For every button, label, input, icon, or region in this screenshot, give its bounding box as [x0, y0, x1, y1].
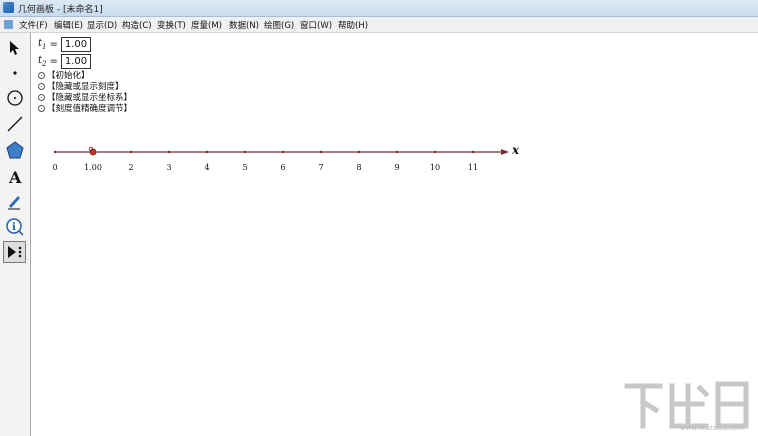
- tick-label: 9: [394, 163, 400, 172]
- parameter-name: t2: [38, 54, 47, 68]
- marker-icon[interactable]: [3, 190, 26, 212]
- menu-construct[interactable]: 构造(C): [122, 19, 152, 31]
- compass-circle-icon[interactable]: [3, 87, 26, 109]
- parameter-value-box[interactable]: 1.00: [60, 53, 92, 69]
- number-line-tick: [243, 150, 247, 154]
- x-axis-label: x: [512, 143, 520, 157]
- text-icon[interactable]: A: [3, 165, 26, 187]
- menu-file[interactable]: 文件(F): [19, 19, 48, 31]
- watermark-url: www.xiazaiba.com: [680, 424, 745, 432]
- svg-text:i: i: [12, 222, 16, 233]
- tick-label: 6: [280, 163, 286, 172]
- number-line-tick: [129, 150, 133, 154]
- number-line-tick: [167, 150, 171, 154]
- equals-sign: =: [49, 38, 58, 50]
- number-line-tick: [53, 150, 57, 154]
- tick-label: 10: [429, 163, 441, 172]
- tick-label: 7: [318, 163, 324, 172]
- polygon-icon[interactable]: [3, 139, 26, 161]
- menu-display[interactable]: 显示(D): [87, 19, 117, 31]
- action-button-toggle-ticks[interactable]: 【隐藏或显示刻度】: [38, 81, 124, 92]
- tick-label: 0: [52, 163, 58, 172]
- number-line: [53, 146, 509, 156]
- arrow-select-icon[interactable]: [3, 37, 26, 59]
- menu-edit[interactable]: 编辑(E): [54, 19, 83, 31]
- tick-label: 1.00: [84, 163, 102, 172]
- tick-label: 4: [204, 163, 210, 172]
- information-icon[interactable]: i: [3, 216, 26, 238]
- number-line-tick: [281, 150, 285, 154]
- action-button-initialize[interactable]: 【初始化】: [38, 70, 90, 81]
- action-button-icon: [38, 82, 45, 90]
- menu-graph[interactable]: 绘图(G): [264, 19, 294, 31]
- window-title: 几何画板 - [未命名1]: [18, 5, 103, 15]
- action-button-label: 【刻度值精确度调节】: [47, 104, 133, 114]
- menu-help[interactable]: 帮助(H): [338, 19, 368, 31]
- straightedge-icon[interactable]: [3, 113, 26, 135]
- parameter-t1[interactable]: t1 = 1.00: [38, 36, 92, 52]
- number-line-tick: [471, 150, 475, 154]
- app-icon: [3, 2, 14, 13]
- number-line-tick: [205, 150, 209, 154]
- custom-tool-icon[interactable]: [3, 241, 26, 263]
- number-line-tick: [357, 150, 361, 154]
- tick-label: 11: [467, 163, 479, 172]
- action-button-icon: [38, 93, 45, 101]
- menu-measure[interactable]: 度量(M): [191, 19, 222, 31]
- parameter-name: t1: [38, 37, 47, 51]
- number-line-tick: [319, 150, 323, 154]
- tick-label: 2: [128, 163, 134, 172]
- tick-label: 3: [166, 163, 172, 172]
- svg-text:A: A: [8, 168, 22, 185]
- tick-label: 5: [242, 163, 248, 172]
- action-button-icon: [38, 71, 45, 79]
- menu-bar: 文件(F) 编辑(E) 显示(D) 构造(C) 变换(T) 度量(M) 数据(N…: [0, 17, 758, 33]
- action-button-tick-precision[interactable]: 【刻度值精确度调节】: [38, 103, 133, 114]
- document-icon[interactable]: [4, 20, 13, 29]
- menu-transform[interactable]: 变换(T): [157, 19, 186, 31]
- point-icon[interactable]: [3, 62, 26, 84]
- tick-label: 8: [356, 163, 362, 172]
- parameter-t2[interactable]: t2 = 1.00: [38, 53, 92, 69]
- number-line-arrow-icon: [501, 149, 509, 155]
- action-button-toggle-coordinate-system[interactable]: 【隐藏或显示坐标系】: [38, 92, 132, 103]
- number-line-tick: [395, 150, 399, 154]
- number-line-tick: [433, 150, 437, 154]
- equals-sign: =: [49, 55, 58, 67]
- title-bar: 几何画板 - [未命名1]: [0, 0, 758, 17]
- menu-data[interactable]: 数据(N): [229, 19, 259, 31]
- tool-palette: A i: [0, 33, 31, 436]
- action-button-icon: [38, 104, 45, 112]
- menu-window[interactable]: 窗口(W): [300, 19, 332, 31]
- parameter-value-box[interactable]: 1.00: [60, 36, 92, 52]
